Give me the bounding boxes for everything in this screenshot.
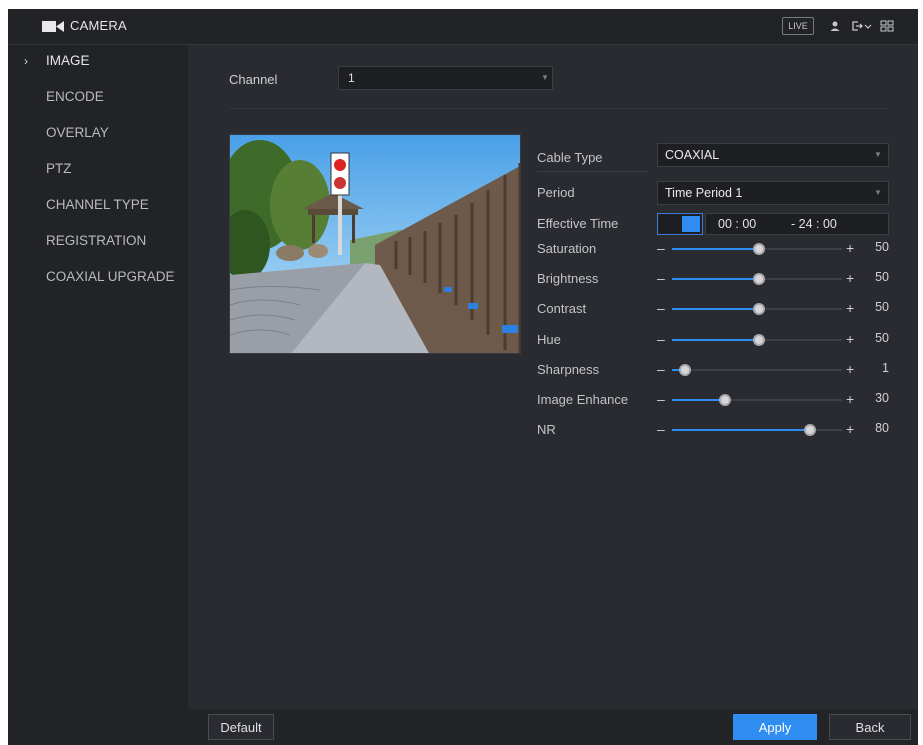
- sidebar-item-encode[interactable]: ENCODE: [8, 81, 188, 113]
- plus-icon[interactable]: +: [846, 390, 858, 408]
- hue-slider[interactable]: – +50: [657, 330, 889, 350]
- toggle-knob: [682, 216, 700, 232]
- cable-type-label: Cable Type: [537, 150, 603, 165]
- chevron-down-icon: ▼: [541, 73, 549, 82]
- brightness-label: Brightness: [537, 271, 599, 286]
- brightness-value: 50: [875, 270, 889, 284]
- minus-icon[interactable]: –: [657, 420, 669, 438]
- slider-fill: [672, 248, 757, 250]
- plus-icon[interactable]: +: [846, 239, 858, 257]
- sharpness-label: Sharpness: [537, 362, 600, 377]
- sharpness-slider[interactable]: – +1: [657, 360, 889, 380]
- cable-type-select[interactable]: COAXIAL ▼: [657, 143, 889, 167]
- period-select[interactable]: Time Period 1 ▼: [657, 181, 889, 205]
- grid-icon[interactable]: [880, 19, 894, 33]
- plus-icon[interactable]: +: [846, 299, 858, 317]
- effective-time-toggle[interactable]: [657, 213, 703, 235]
- divider: [229, 108, 889, 109]
- slider-fill: [672, 429, 808, 431]
- contrast-slider[interactable]: – +50: [657, 299, 889, 319]
- image-enhance-label: Image Enhance: [537, 392, 629, 407]
- top-bar: CAMERA LIVE: [8, 9, 918, 45]
- image-settings-panel: Channel 1 ▼ Cable Type COAXIAL ▼ Period …: [188, 45, 918, 709]
- divider: [537, 171, 649, 172]
- sidebar-item-channel-type[interactable]: CHANNEL TYPE: [8, 189, 188, 221]
- slider-fill: [672, 339, 757, 341]
- brightness-slider[interactable]: – +50: [657, 269, 889, 289]
- sidebar-item-image[interactable]: IMAGE: [8, 45, 188, 77]
- logout-icon[interactable]: [850, 19, 864, 33]
- slider-fill: [672, 308, 757, 310]
- period-label: Period: [537, 185, 575, 200]
- contrast-value: 50: [875, 300, 889, 314]
- camera-preview: [229, 134, 521, 354]
- plus-icon[interactable]: +: [846, 420, 858, 438]
- sidebar-item-ptz[interactable]: PTZ: [8, 153, 188, 185]
- page-title: CAMERA: [70, 18, 127, 33]
- back-button[interactable]: Back: [829, 714, 911, 740]
- camera-icon: [42, 21, 64, 32]
- chevron-down-icon[interactable]: [864, 19, 872, 33]
- sidebar: › IMAGE ENCODE OVERLAY PTZ CHANNEL TYPE …: [8, 45, 188, 745]
- default-button[interactable]: Default: [208, 714, 274, 740]
- time-start[interactable]: 00 : 00: [718, 217, 756, 231]
- period-value: Time Period 1: [665, 186, 743, 200]
- image-enhance-slider[interactable]: – +30: [657, 390, 889, 410]
- sharpness-value: 1: [882, 361, 889, 375]
- hue-value: 50: [875, 331, 889, 345]
- contrast-label: Contrast: [537, 301, 587, 316]
- slider-fill: [672, 278, 757, 280]
- nr-value: 80: [875, 421, 889, 435]
- saturation-value: 50: [875, 240, 889, 254]
- time-range-input[interactable]: 00 : 00 - 24 : 00: [705, 213, 889, 235]
- saturation-label: Saturation: [537, 241, 597, 256]
- slider-knob[interactable]: [753, 334, 765, 346]
- saturation-slider[interactable]: – +50: [657, 239, 889, 259]
- live-button[interactable]: LIVE: [782, 17, 814, 35]
- sidebar-item-overlay[interactable]: OVERLAY: [8, 117, 188, 149]
- hue-label: Hue: [537, 332, 561, 347]
- preview-image: [230, 135, 520, 353]
- minus-icon[interactable]: –: [657, 269, 669, 287]
- slider-track[interactable]: [672, 273, 842, 285]
- minus-icon[interactable]: –: [657, 330, 669, 348]
- plus-icon[interactable]: +: [846, 330, 858, 348]
- slider-knob[interactable]: [753, 273, 765, 285]
- sidebar-item-coaxial-upgrade[interactable]: COAXIAL UPGRADE: [8, 261, 188, 293]
- image-enhance-value: 30: [875, 391, 889, 405]
- minus-icon[interactable]: –: [657, 239, 669, 257]
- slider-fill: [672, 399, 723, 401]
- apply-button[interactable]: Apply: [733, 714, 817, 740]
- plus-icon[interactable]: +: [846, 360, 858, 378]
- slider-track[interactable]: [672, 303, 842, 315]
- channel-select[interactable]: 1 ▼: [338, 66, 553, 90]
- effective-time-label: Effective Time: [537, 216, 619, 231]
- time-end[interactable]: - 24 : 00: [791, 217, 837, 231]
- bottom-bar: Default Apply Back: [188, 709, 918, 745]
- camera-settings-window: CAMERA LIVE › IMAGE ENCODE OVERLAY PTZ C…: [8, 9, 918, 745]
- slider-track[interactable]: [672, 424, 842, 436]
- user-icon[interactable]: [828, 19, 842, 33]
- channel-value: 1: [348, 71, 355, 85]
- slider-track[interactable]: [672, 394, 842, 406]
- slider-track[interactable]: [672, 364, 842, 376]
- nr-slider[interactable]: – +80: [657, 420, 889, 440]
- slider-knob[interactable]: [719, 394, 731, 406]
- minus-icon[interactable]: –: [657, 360, 669, 378]
- minus-icon[interactable]: –: [657, 299, 669, 317]
- minus-icon[interactable]: –: [657, 390, 669, 408]
- slider-track[interactable]: [672, 334, 842, 346]
- slider-knob[interactable]: [753, 243, 765, 255]
- nr-label: NR: [537, 422, 556, 437]
- slider-knob[interactable]: [679, 364, 691, 376]
- channel-label: Channel: [229, 72, 278, 87]
- chevron-down-icon: ▼: [874, 188, 882, 197]
- slider-knob[interactable]: [804, 424, 816, 436]
- plus-icon[interactable]: +: [846, 269, 858, 287]
- sidebar-item-registration[interactable]: REGISTRATION: [8, 225, 188, 257]
- cable-type-value: COAXIAL: [665, 148, 720, 162]
- slider-knob[interactable]: [753, 303, 765, 315]
- chevron-down-icon: ▼: [874, 150, 882, 159]
- slider-track[interactable]: [672, 243, 842, 255]
